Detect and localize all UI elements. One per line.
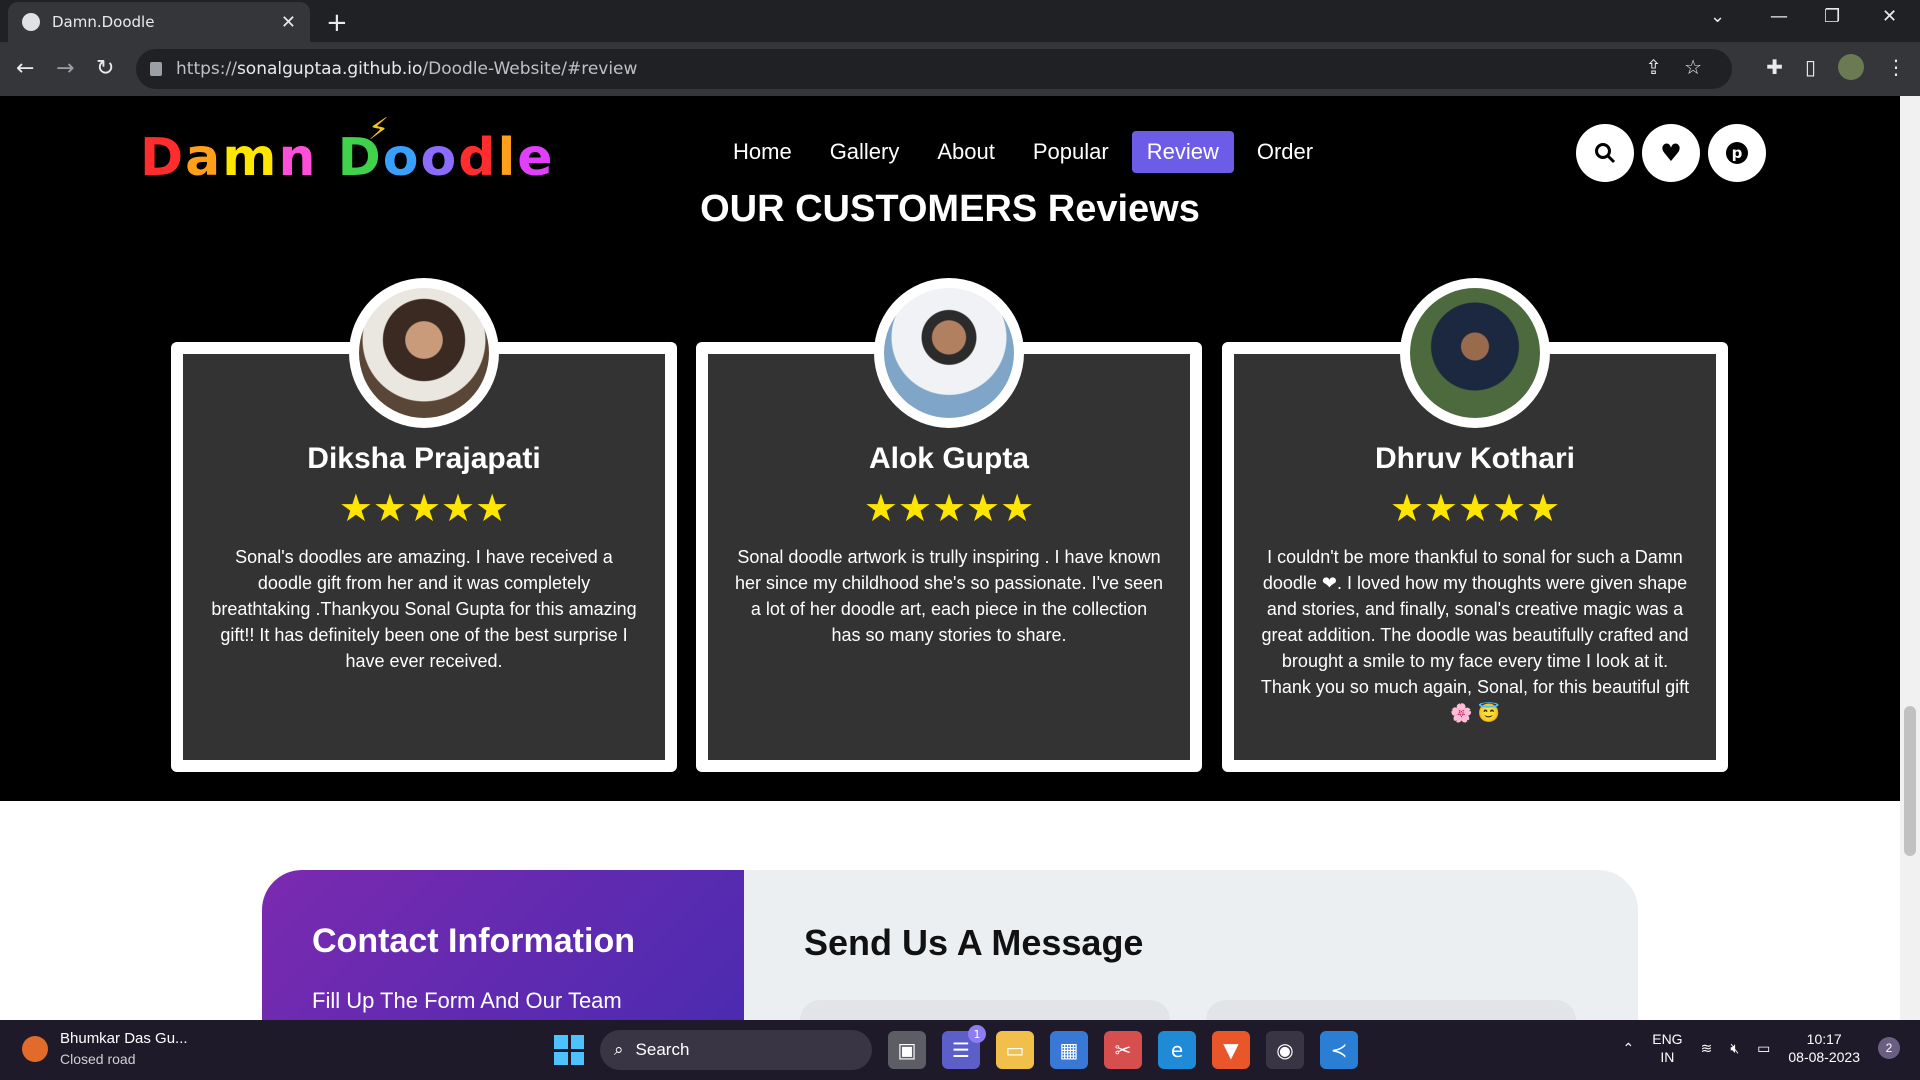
share-icon[interactable]: ⇪ (1645, 55, 1662, 79)
browser-toolbar: ← → ↻ https://sonalguptaa.github.io/Dood… (0, 42, 1920, 96)
tab-title: Damn.Doodle (52, 13, 155, 31)
search-icon (1595, 143, 1616, 164)
heart-icon: ♥ (1660, 139, 1682, 167)
new-tab-icon[interactable]: + (326, 8, 348, 38)
reviewer-name: Dhruv Kothari (1374, 442, 1575, 475)
clock-date: 08-08-2023 (1788, 1049, 1860, 1065)
contact-section: Contact Information Fill Up The Form And… (262, 870, 1638, 1020)
address-bar[interactable]: https://sonalguptaa.github.io/Doodle-Web… (136, 49, 1732, 89)
snipping-tool-icon[interactable]: ✂ (1104, 1031, 1142, 1069)
reviewer-avatar (349, 278, 499, 428)
car-icon (22, 1036, 48, 1062)
reviewer-avatar (1400, 278, 1550, 428)
brave-icon[interactable]: ▼ (1212, 1031, 1250, 1069)
review-section: Damn Doodle ⚡ Home Gallery About Popular… (0, 96, 1900, 801)
traffic-widget[interactable]: Bhumkar Das Gu... Closed road (22, 1030, 188, 1067)
notification-badge[interactable]: 2 (1878, 1037, 1900, 1059)
contact-info-panel: Contact Information Fill Up The Form And… (262, 870, 744, 1020)
close-tab-icon[interactable]: ✕ (281, 12, 296, 33)
review-text: I couldn't be more thankful to sonal for… (1260, 547, 1690, 723)
browser-tab[interactable]: Damn.Doodle ✕ (8, 2, 310, 42)
extensions-icon[interactable]: ✚ (1766, 55, 1783, 79)
nav-order[interactable]: Order (1242, 131, 1328, 173)
pinterest-icon: p (1726, 142, 1748, 164)
site-logo[interactable]: Damn Doodle (140, 128, 555, 188)
name-field[interactable] (800, 1000, 1170, 1020)
nav-home[interactable]: Home (718, 131, 807, 173)
web-page: Damn Doodle ⚡ Home Gallery About Popular… (0, 96, 1900, 1020)
favorites-button[interactable]: ♥ (1642, 124, 1700, 182)
star-rating: ★★★★★ (863, 486, 1035, 530)
section-title: OUR CUSTOMERS Reviews (700, 188, 1200, 230)
profile-avatar[interactable] (1838, 54, 1864, 80)
nav-gallery[interactable]: Gallery (815, 131, 915, 173)
taskbar-apps: ⌕ Search ▣ ☰ 1 ▭ ▦ ✂ e ▼ ◉ ≺ (554, 1025, 1358, 1070)
system-tray: ⌃ ENG IN ≋ 🔇︎ ▭ 10:17 08-08-2023 2 (1623, 1030, 1900, 1066)
contact-subtitle: Fill Up The Form And Our Team (312, 988, 622, 1013)
lightning-icon: ⚡ (368, 112, 390, 147)
show-hidden-icons-chevron-icon[interactable]: ⌃ (1623, 1040, 1635, 1057)
pinterest-button[interactable]: p (1708, 124, 1766, 182)
nav-review[interactable]: Review (1131, 131, 1234, 173)
windows-taskbar: Bhumkar Das Gu... Closed road ⌕ Search ▣… (0, 1020, 1920, 1080)
taskbar-search[interactable]: ⌕ Search (600, 1030, 872, 1070)
task-view-icon[interactable]: ▣ (888, 1031, 926, 1069)
svg-text:p: p (1732, 144, 1743, 162)
forward-icon[interactable]: → (56, 56, 74, 81)
lang-bottom: IN (1660, 1049, 1675, 1065)
file-explorer-icon[interactable]: ▭ (996, 1031, 1034, 1069)
back-icon[interactable]: ← (16, 56, 34, 81)
url-path: /Doodle-Website/#review (422, 59, 638, 79)
language-indicator[interactable]: ENG IN (1652, 1030, 1682, 1066)
reviewer-name: Diksha Prajapati (307, 442, 541, 475)
reviewer-avatar (874, 278, 1024, 428)
nav-popular[interactable]: Popular (1018, 131, 1124, 173)
review-text: Sonal doodle artwork is trully inspiring… (734, 547, 1164, 645)
scrollbar-thumb[interactable] (1904, 706, 1916, 856)
message-title: Send Us A Message (804, 922, 1144, 963)
reviewer-name: Alok Gupta (868, 442, 1029, 475)
restore-icon[interactable]: ❐ (1824, 6, 1840, 27)
url-host: sonalguptaa.github.io (236, 59, 423, 79)
search-button[interactable] (1576, 124, 1634, 182)
tab-search-chevron-icon[interactable]: ⌄ (1710, 6, 1725, 27)
site-favicon-icon (22, 13, 40, 31)
lang-top: ENG (1652, 1031, 1683, 1047)
url-prefix: https:// (176, 59, 237, 79)
widget-title: Bhumkar Das Gu... (60, 1030, 188, 1047)
microsoft-store-icon[interactable]: ▦ (1050, 1031, 1088, 1069)
close-window-icon[interactable]: ✕ (1882, 6, 1897, 27)
main-nav: Home Gallery About Popular Review Order (718, 131, 1328, 173)
search-icon: ⌕ (614, 1040, 624, 1059)
page-scrollbar[interactable] (1900, 96, 1920, 1020)
nav-about[interactable]: About (922, 131, 1010, 173)
wifi-icon[interactable]: ≋ (1701, 1040, 1713, 1057)
chrome-icon[interactable]: ◉ (1266, 1031, 1304, 1069)
menu-icon[interactable]: ⋮ (1886, 55, 1906, 79)
browser-tab-strip: Damn.Doodle ✕ + ⌄ — ❐ ✕ (0, 0, 1920, 42)
teams-icon[interactable]: ☰ 1 (942, 1025, 986, 1069)
star-rating: ★★★★★ (1389, 486, 1561, 530)
vscode-icon[interactable]: ≺ (1320, 1031, 1358, 1069)
reload-icon[interactable]: ↻ (96, 56, 114, 81)
clock[interactable]: 10:17 08-08-2023 (1788, 1030, 1860, 1066)
email-field[interactable] (1206, 1000, 1576, 1020)
bookmark-star-icon[interactable]: ☆ (1684, 55, 1702, 79)
side-panel-icon[interactable]: ▯ (1805, 55, 1816, 79)
lock-icon (150, 62, 162, 76)
windows-start-icon[interactable] (554, 1035, 584, 1065)
minimize-icon[interactable]: — (1770, 6, 1788, 27)
volume-muted-icon[interactable]: 🔇︎ (1730, 1040, 1739, 1057)
clock-time: 10:17 (1806, 1031, 1842, 1047)
review-text: Sonal's doodles are amazing. I have rece… (211, 547, 637, 671)
contact-title: Contact Information (312, 922, 635, 960)
edge-icon[interactable]: e (1158, 1031, 1196, 1069)
taskbar-search-label: Search (635, 1040, 690, 1059)
battery-icon[interactable]: ▭ (1757, 1040, 1770, 1057)
star-rating: ★★★★★ (338, 486, 510, 530)
teams-badge: 1 (968, 1025, 986, 1043)
widget-subtitle: Closed road (60, 1051, 136, 1067)
